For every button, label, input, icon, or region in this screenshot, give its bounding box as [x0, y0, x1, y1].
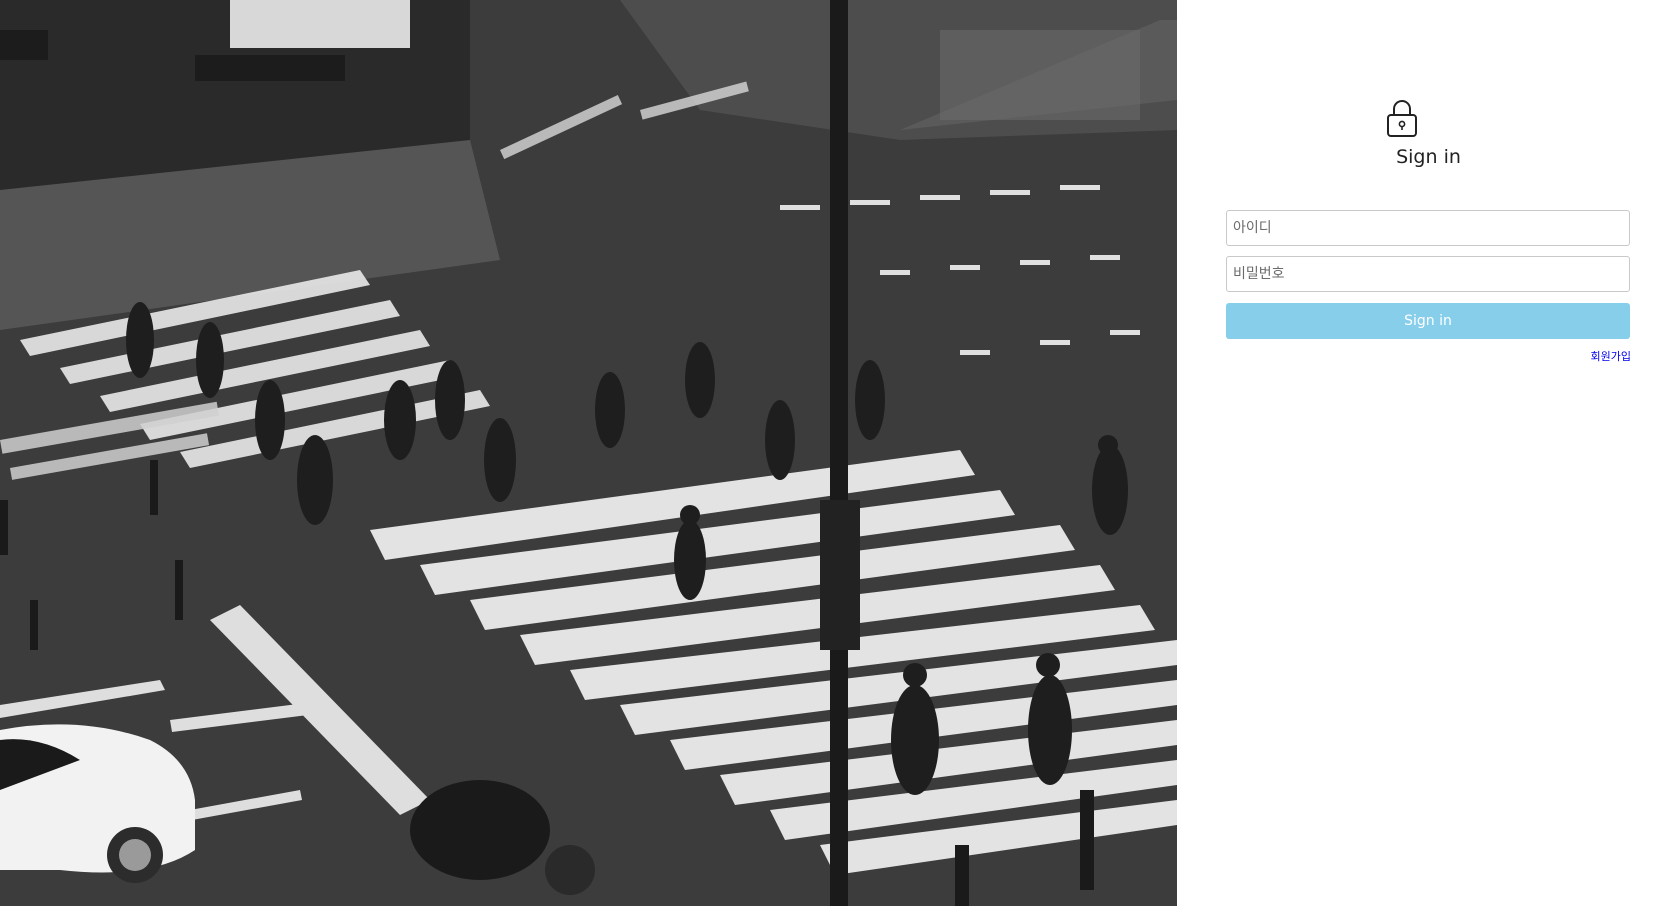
lock-icon	[1387, 100, 1417, 137]
signup-link[interactable]: 회원가입	[1591, 348, 1631, 364]
login-page: Sign in Sign in 회원가입	[0, 0, 1680, 906]
signin-button[interactable]: Sign in	[1226, 303, 1630, 339]
id-input[interactable]	[1226, 210, 1630, 246]
signin-panel: Sign in Sign in 회원가입	[1177, 0, 1680, 906]
password-input[interactable]	[1226, 256, 1630, 292]
street-crossing-photo	[0, 0, 1177, 906]
signin-title: Sign in	[1396, 146, 1461, 168]
